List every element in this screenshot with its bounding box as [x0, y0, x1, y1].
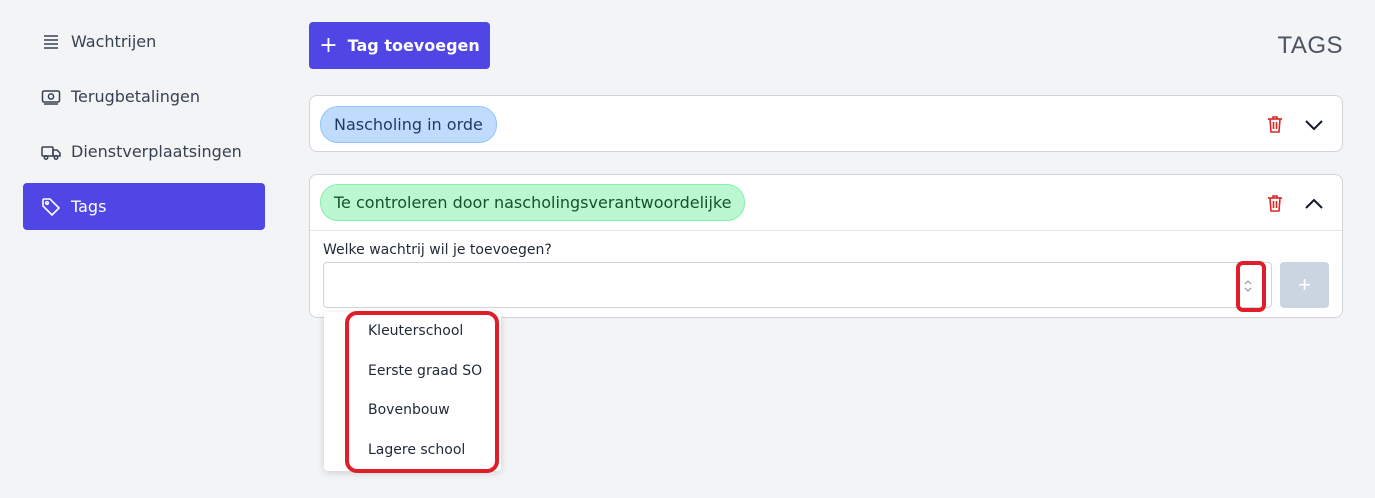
annotation-highlight [345, 311, 499, 473]
add-tag-button[interactable]: + Tag toevoegen [309, 22, 490, 69]
tag-card: Te controleren door nascholingsverantwoo… [309, 174, 1343, 318]
page-title: TAGS [1277, 32, 1343, 59]
sidebar-item-label: Terugbetalingen [71, 87, 201, 106]
sidebar-item-terugbetalingen[interactable]: Terugbetalingen [23, 73, 265, 120]
tag-card: Nascholing in orde [309, 95, 1343, 152]
annotation-highlight [1236, 261, 1266, 312]
chevron-up-icon[interactable] [1303, 193, 1325, 215]
tag-card-header[interactable]: Nascholing in orde [310, 96, 1342, 152]
tag-pill: Nascholing in orde [320, 105, 497, 143]
plus-icon: + [1298, 272, 1311, 297]
trash-icon[interactable] [1265, 114, 1285, 134]
plus-icon: + [319, 32, 338, 58]
tag-icon [41, 197, 61, 217]
tag-pill: Te controleren door nascholingsverantwoo… [320, 184, 746, 221]
sidebar-item-label: Tags [71, 197, 107, 216]
add-tag-label: Tag toevoegen [347, 36, 480, 55]
add-queue-button[interactable]: + [1280, 262, 1329, 308]
truck-icon [41, 142, 61, 162]
list-icon [41, 32, 61, 52]
money-icon [41, 87, 61, 107]
trash-icon[interactable] [1265, 193, 1285, 213]
queue-select-label: Welke wachtrij wil je toevoegen? [323, 242, 552, 258]
sidebar-item-dienstverplaatsingen[interactable]: Dienstverplaatsingen [23, 128, 265, 175]
sidebar-item-label: Wachtrijen [71, 32, 157, 51]
sidebar: Wachtrijen Terugbetalingen Dienstverplaa… [23, 18, 265, 238]
queue-select[interactable] [323, 262, 1272, 308]
sidebar-item-tags[interactable]: Tags [23, 183, 265, 230]
sidebar-item-wachtrijen[interactable]: Wachtrijen [23, 18, 265, 65]
sidebar-item-label: Dienstverplaatsingen [71, 142, 242, 161]
tag-card-header[interactable]: Te controleren door nascholingsverantwoo… [310, 175, 1342, 231]
chevron-down-icon[interactable] [1303, 114, 1325, 136]
